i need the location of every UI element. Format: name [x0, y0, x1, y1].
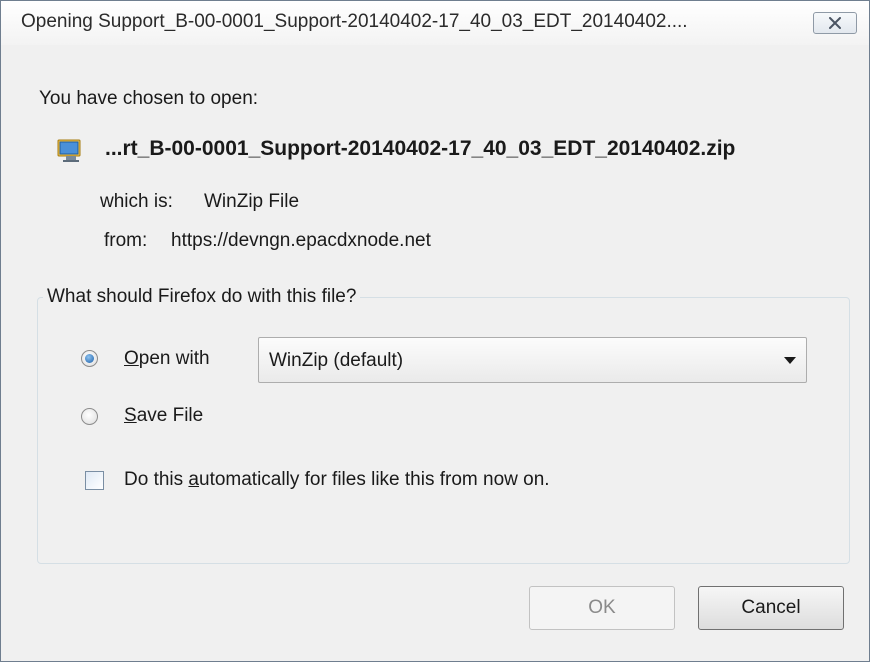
- open-with-app-value: WinZip (default): [269, 350, 404, 371]
- save-file-access-key: S: [124, 405, 137, 426]
- winzip-file-icon: [57, 139, 81, 162]
- title-bar[interactable]: Opening Support_B-00-0001_Support-201404…: [1, 1, 869, 46]
- save-file-radio[interactable]: [81, 408, 98, 425]
- dropdown-arrow-icon: [784, 357, 796, 364]
- source-url: https://devngn.epacdxnode.net: [171, 230, 431, 251]
- open-with-access-key: O: [124, 348, 139, 369]
- window-title: Opening Support_B-00-0001_Support-201404…: [21, 11, 688, 32]
- auto-label-before: Do this: [124, 469, 189, 490]
- close-button[interactable]: [813, 12, 857, 34]
- open-with-app-select[interactable]: WinZip (default): [258, 337, 807, 383]
- from-label: from:: [104, 230, 148, 251]
- close-x-icon: [829, 17, 841, 29]
- auto-label[interactable]: Do this automatically for files like thi…: [124, 469, 550, 491]
- which-is-label: which is:: [100, 191, 173, 212]
- action-group-legend: What should Firefox do with this file?: [43, 286, 361, 308]
- auto-access-key: a: [188, 469, 199, 490]
- intro-text: You have chosen to open:: [39, 88, 259, 109]
- auto-checkbox[interactable]: [85, 471, 104, 490]
- open-with-label-text: pen with: [138, 348, 210, 369]
- download-dialog: Opening Support_B-00-0001_Support-201404…: [0, 0, 870, 662]
- save-file-label-text: ave File: [136, 405, 204, 426]
- cancel-button[interactable]: Cancel: [698, 586, 844, 630]
- file-name: ...rt_B-00-0001_Support-20140402-17_40_0…: [105, 137, 736, 160]
- open-with-label[interactable]: Open with: [124, 348, 210, 370]
- ok-button[interactable]: OK: [529, 586, 675, 630]
- save-file-label[interactable]: Save File: [124, 405, 203, 427]
- file-type-value: WinZip File: [204, 191, 300, 212]
- auto-label-after: utomatically for files like this from no…: [199, 469, 550, 490]
- open-with-radio[interactable]: [81, 350, 98, 367]
